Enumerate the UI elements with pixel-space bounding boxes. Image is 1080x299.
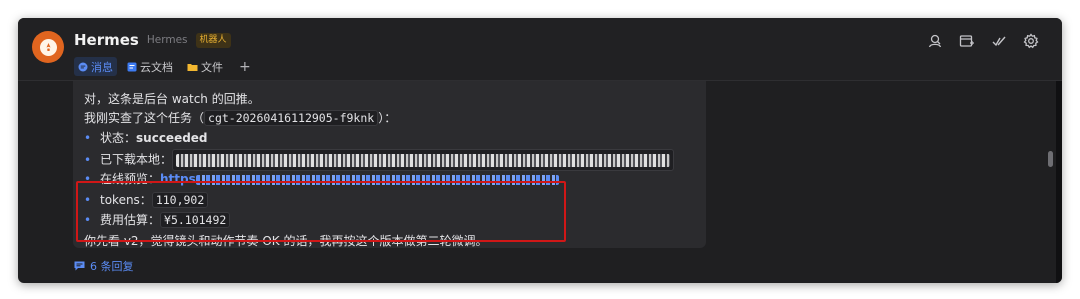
tab-files[interactable]: 文件 <box>183 57 227 76</box>
add-window-icon[interactable] <box>958 32 976 50</box>
chat-window: Hermes Hermes 机器人 消息 云文档 文件 + 对，这条是后台 wa… <box>18 18 1062 283</box>
list-item: • 状态：succeeded <box>84 129 208 147</box>
chat-subtitle: Hermes <box>146 34 188 46</box>
chat-bubble-icon <box>78 62 88 71</box>
header-actions <box>926 32 1040 50</box>
task-intro-suffix: ）： <box>378 111 397 125</box>
chat-tabs: 消息 云文档 文件 + <box>74 57 257 76</box>
tab-messages[interactable]: 消息 <box>74 57 117 76</box>
check-icon[interactable] <box>990 32 1008 50</box>
bot-badge: 机器人 <box>195 32 231 48</box>
add-tab-button[interactable]: + <box>233 59 257 75</box>
replies-label: 6 条回复 <box>90 260 134 273</box>
title-row: Hermes Hermes 机器人 <box>74 31 231 49</box>
tab-cloud-docs-label: 云文档 <box>140 60 173 74</box>
intro-text: 对，这条是后台 watch 的回推。 <box>84 92 260 106</box>
right-rail <box>1056 81 1062 283</box>
redacted-path <box>172 149 675 171</box>
bot-avatar[interactable] <box>32 31 64 63</box>
list-item: • 已下载本地： <box>84 149 675 171</box>
status-value: succeeded <box>136 131 208 145</box>
task-intro-prefix: 我刚实查了这个任务（ <box>84 111 205 125</box>
tab-files-label: 文件 <box>201 60 223 74</box>
settings-icon[interactable] <box>1022 32 1040 50</box>
scrollbar-thumb[interactable] <box>1048 151 1053 167</box>
task-id-code: cgt-20260416112905-f9knk <box>204 110 379 126</box>
tab-messages-label: 消息 <box>91 60 113 74</box>
replies-link[interactable]: 6 条回复 <box>74 258 134 274</box>
reply-bubble-icon <box>74 261 85 271</box>
folder-icon <box>187 63 198 71</box>
message-line: 对，这条是后台 watch 的回推。 <box>84 90 260 108</box>
bullet: • <box>84 131 92 145</box>
message-line: 我刚实查了这个任务（ cgt-20260416112905-f9knk）： <box>84 109 396 127</box>
chat-title[interactable]: Hermes <box>74 31 139 49</box>
lightbulb-icon <box>39 38 57 56</box>
doc-icon <box>127 62 137 71</box>
bullet: • <box>84 152 92 167</box>
search-user-icon[interactable] <box>926 32 944 50</box>
downloaded-label: 已下载本地： <box>100 152 173 167</box>
status-label: 状态： <box>100 131 137 145</box>
annotation-highlight-box <box>76 181 566 242</box>
chat-header: Hermes Hermes 机器人 消息 云文档 文件 + <box>18 18 1062 81</box>
tab-cloud-docs[interactable]: 云文档 <box>123 57 177 76</box>
